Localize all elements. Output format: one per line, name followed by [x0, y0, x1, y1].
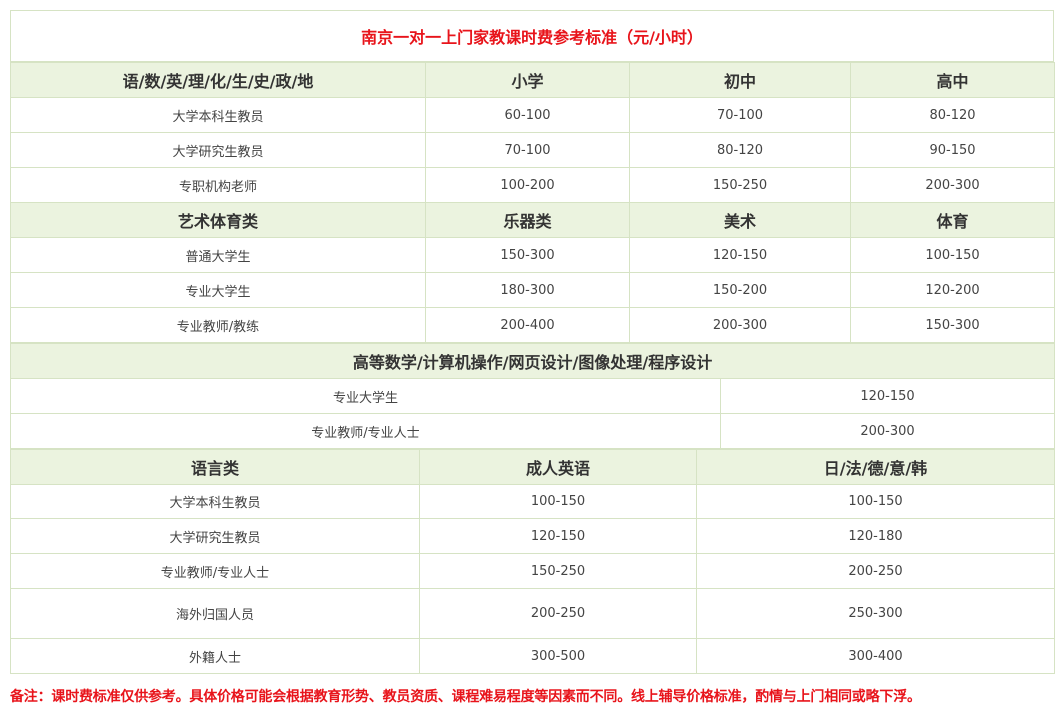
price-cell: 200-250 [696, 553, 1055, 589]
price-cell: 80-120 [850, 97, 1055, 133]
arts-sports-header: 艺术体育类 乐器类 美术 体育 [10, 202, 1055, 238]
header-cell: 成人英语 [419, 449, 697, 485]
price-cell: 120-150 [419, 518, 697, 554]
header-cell: 体育 [850, 202, 1055, 238]
row-label: 专业教师/专业人士 [10, 553, 420, 589]
table-row: 专业教师/专业人士 150-250 200-250 [10, 553, 1055, 589]
price-cell: 70-100 [425, 132, 630, 168]
table-row: 专业大学生 180-300 150-200 120-200 [10, 272, 1055, 308]
price-cell: 100-150 [419, 484, 697, 519]
header-cell: 小学 [425, 62, 630, 98]
price-cell: 120-180 [696, 518, 1055, 554]
price-cell: 150-250 [419, 553, 697, 589]
table-row: 大学本科生教员 100-150 100-150 [10, 484, 1055, 519]
row-label: 专业教师/教练 [10, 307, 426, 343]
table-row: 专业教师/专业人士 200-300 [10, 413, 1056, 449]
row-label: 专职机构老师 [10, 167, 426, 203]
core-subjects-header: 语/数/英/理/化/生/史/政/地 小学 初中 高中 [10, 62, 1055, 98]
price-cell: 200-300 [629, 307, 851, 343]
table-row: 大学研究生教员 120-150 120-180 [10, 518, 1055, 554]
price-cell: 200-250 [419, 588, 697, 639]
row-label: 大学本科生教员 [10, 484, 420, 519]
table-row: 专职机构老师 100-200 150-250 200-300 [10, 167, 1055, 203]
price-cell: 120-150 [629, 237, 851, 273]
table-title: 南京一对一上门家教课时费参考标准（元/小时） [10, 10, 1054, 62]
header-cell: 高中 [850, 62, 1055, 98]
price-cell: 70-100 [629, 97, 851, 133]
advanced-subjects-header: 高等数学/计算机操作/网页设计/图像处理/程序设计 [9, 343, 1056, 379]
price-cell: 200-300 [850, 167, 1055, 203]
price-cell: 250-300 [696, 588, 1055, 639]
table-row: 专业教师/教练 200-400 200-300 150-300 [10, 307, 1055, 343]
core-subjects-table: 语/数/英/理/化/生/史/政/地 小学 初中 高中 大学本科生教员 60-10… [10, 62, 1055, 343]
header-cell: 高等数学/计算机操作/网页设计/图像处理/程序设计 [9, 343, 1056, 379]
row-label: 专业大学生 [10, 378, 721, 414]
language-header: 语言类 成人英语 日/法/德/意/韩 [10, 449, 1055, 485]
row-label: 普通大学生 [10, 237, 426, 273]
price-cell: 120-150 [719, 378, 1056, 414]
row-label: 专业教师/专业人士 [10, 413, 721, 449]
row-label: 专业大学生 [10, 272, 426, 308]
price-cell: 200-300 [719, 413, 1056, 449]
price-cell: 300-400 [696, 638, 1055, 674]
row-label: 大学本科生教员 [10, 97, 426, 133]
price-cell: 180-300 [425, 272, 630, 308]
table-row: 海外归国人员 200-250 250-300 [10, 588, 1055, 639]
table-row: 大学研究生教员 70-100 80-120 90-150 [10, 132, 1055, 168]
table-row: 大学本科生教员 60-100 70-100 80-120 [10, 97, 1055, 133]
price-cell: 150-200 [629, 272, 851, 308]
price-cell: 150-250 [629, 167, 851, 203]
table-row: 外籍人士 300-500 300-400 [10, 638, 1055, 674]
price-cell: 100-200 [425, 167, 630, 203]
header-cell: 语言类 [10, 449, 420, 485]
price-cell: 80-120 [629, 132, 851, 168]
row-label: 大学研究生教员 [10, 518, 420, 554]
footnote: 备注：课时费标准仅供参考。具体价格可能会根据教育形势、教员资质、课程难易程度等因… [10, 689, 921, 705]
price-cell: 300-500 [419, 638, 697, 674]
advanced-subjects-table: 高等数学/计算机操作/网页设计/图像处理/程序设计 专业大学生 120-150 … [9, 343, 1056, 449]
table-row: 普通大学生 150-300 120-150 100-150 [10, 237, 1055, 273]
row-label: 外籍人士 [10, 638, 420, 674]
title-table: 南京一对一上门家教课时费参考标准（元/小时） [10, 10, 1054, 62]
header-cell: 初中 [629, 62, 851, 98]
price-cell: 100-150 [850, 237, 1055, 273]
row-label: 海外归国人员 [10, 588, 420, 639]
price-cell: 120-200 [850, 272, 1055, 308]
price-cell: 200-400 [425, 307, 630, 343]
price-cell: 150-300 [850, 307, 1055, 343]
header-cell: 艺术体育类 [10, 202, 426, 238]
language-table: 语言类 成人英语 日/法/德/意/韩 大学本科生教员 100-150 100-1… [10, 449, 1055, 674]
header-cell: 乐器类 [425, 202, 630, 238]
price-cell: 150-300 [425, 237, 630, 273]
price-cell: 100-150 [696, 484, 1055, 519]
table-row: 专业大学生 120-150 [10, 378, 1056, 414]
price-cell: 90-150 [850, 132, 1055, 168]
header-cell: 日/法/德/意/韩 [696, 449, 1055, 485]
row-label: 大学研究生教员 [10, 132, 426, 168]
price-table-container: 南京一对一上门家教课时费参考标准（元/小时） 语/数/英/理/化/生/史/政/地… [9, 10, 1056, 674]
price-cell: 60-100 [425, 97, 630, 133]
header-cell: 语/数/英/理/化/生/史/政/地 [10, 62, 426, 98]
header-cell: 美术 [629, 202, 851, 238]
